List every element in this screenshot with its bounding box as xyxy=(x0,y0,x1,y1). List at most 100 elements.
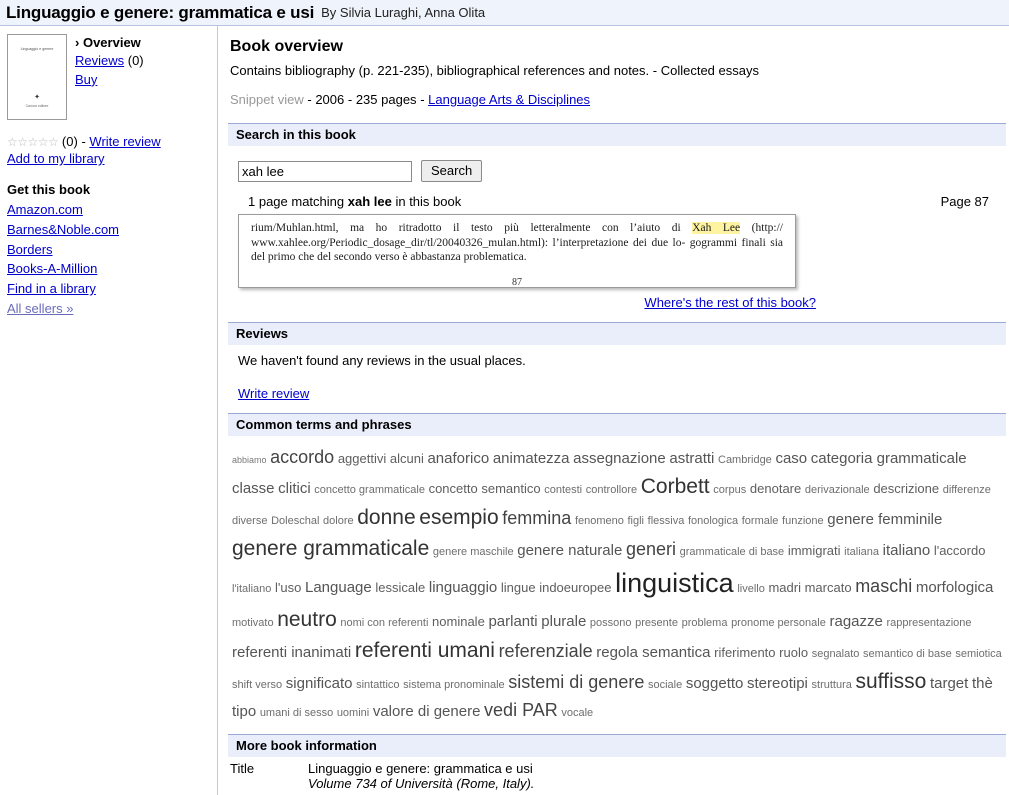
common-term[interactable]: problema xyxy=(682,617,728,629)
common-term[interactable]: italiano xyxy=(883,542,931,559)
common-term[interactable]: accordo xyxy=(270,447,334,467)
common-term[interactable]: ragazze xyxy=(829,613,882,630)
common-term[interactable]: umani di sesso xyxy=(260,707,333,719)
common-term[interactable]: plurale xyxy=(541,613,586,630)
common-term[interactable]: sociale xyxy=(648,679,682,691)
common-term[interactable]: stereotipi xyxy=(747,675,808,692)
common-term[interactable]: neutro xyxy=(277,608,337,631)
common-term[interactable]: referenti umani xyxy=(355,639,495,662)
book-cover-thumbnail[interactable]: Linguaggio e genere ✦ Carocci editore xyxy=(7,34,67,120)
common-term[interactable]: genere femminile xyxy=(827,511,942,528)
seller-link-all-sellers[interactable]: All sellers » xyxy=(7,299,213,319)
seller-link-barnesandnoble[interactable]: Barnes&Noble.com xyxy=(7,220,213,240)
common-term[interactable]: ruolo xyxy=(779,645,808,660)
common-term[interactable]: dolore xyxy=(323,515,354,527)
common-term[interactable]: genere grammaticale xyxy=(232,537,429,560)
common-term[interactable]: corpus xyxy=(713,484,746,496)
common-term[interactable]: contesti xyxy=(544,484,582,496)
common-term[interactable]: possono xyxy=(590,617,632,629)
common-term[interactable]: linguaggio xyxy=(429,579,497,596)
common-term[interactable]: fenomeno xyxy=(575,515,624,527)
search-input[interactable] xyxy=(238,161,412,182)
wheres-the-rest-link[interactable]: Where's the rest of this book? xyxy=(644,295,816,310)
common-term[interactable]: referenziale xyxy=(499,641,593,661)
common-term[interactable]: regola semantica xyxy=(596,644,710,661)
common-term[interactable]: caso xyxy=(775,450,807,467)
star-rating-icon[interactable]: ☆☆☆☆☆ xyxy=(7,135,58,149)
common-term[interactable]: fonologica xyxy=(688,515,738,527)
common-term[interactable]: donne xyxy=(357,506,415,529)
common-term[interactable]: Corbett xyxy=(641,475,710,498)
seller-link-borders[interactable]: Borders xyxy=(7,240,213,260)
common-term[interactable]: esempio xyxy=(419,506,498,529)
common-term[interactable]: differenze xyxy=(943,484,991,496)
common-term[interactable]: shift verso xyxy=(232,679,282,691)
add-to-my-library-link[interactable]: Add to my library xyxy=(7,151,105,166)
common-term[interactable]: significato xyxy=(286,675,353,692)
common-term[interactable]: classe xyxy=(232,480,275,497)
common-term[interactable]: soggetto xyxy=(686,675,744,692)
common-term[interactable]: italiana xyxy=(844,546,879,558)
common-term[interactable]: l'accordo xyxy=(934,543,986,558)
common-term[interactable]: genere naturale xyxy=(517,542,622,559)
sidebar-item-overview[interactable]: › Overview xyxy=(75,34,144,52)
common-term[interactable]: pronome personale xyxy=(731,617,826,629)
common-term[interactable]: l'uso xyxy=(275,580,301,595)
common-term[interactable]: suffisso xyxy=(856,670,927,693)
common-term[interactable]: abbiamo xyxy=(232,455,267,465)
common-term[interactable]: sistemi di genere xyxy=(508,672,644,692)
common-term[interactable]: grammaticale di base xyxy=(680,546,785,558)
common-term[interactable]: lingue indoeuropee xyxy=(501,580,612,595)
common-term[interactable]: anaforico xyxy=(427,450,489,467)
common-term[interactable]: Language xyxy=(305,579,372,596)
common-term[interactable]: tipo xyxy=(232,703,256,720)
common-term[interactable]: figli xyxy=(628,515,645,527)
common-term[interactable]: rappresentazione xyxy=(886,617,971,629)
common-term[interactable]: uomini xyxy=(337,707,369,719)
common-term[interactable]: semiotica xyxy=(955,648,1001,660)
common-term[interactable]: alcuni xyxy=(390,451,424,466)
common-term[interactable]: flessiva xyxy=(648,515,685,527)
common-term[interactable]: immigrati xyxy=(788,543,841,558)
sidebar-item-buy[interactable]: Buy xyxy=(75,71,144,89)
search-button[interactable]: Search xyxy=(421,160,482,182)
common-term[interactable]: formale xyxy=(742,515,779,527)
category-link[interactable]: Language Arts & Disciplines xyxy=(428,92,590,107)
common-term[interactable]: linguistica xyxy=(615,568,734,598)
common-term[interactable]: segnalato xyxy=(812,648,860,660)
common-term[interactable]: semantico di base xyxy=(863,648,952,660)
common-term[interactable]: struttura xyxy=(812,679,852,691)
common-term[interactable]: funzione xyxy=(782,515,824,527)
common-term[interactable]: vocale xyxy=(561,707,593,719)
common-term[interactable]: presente xyxy=(635,617,678,629)
common-term[interactable]: vedi PAR xyxy=(484,700,558,720)
write-review-link[interactable]: Write review xyxy=(238,386,309,401)
sidebar-item-reviews[interactable]: Reviews (0) xyxy=(75,52,144,70)
common-term[interactable]: categoria grammaticale xyxy=(811,450,967,467)
common-term[interactable]: Cambridge xyxy=(718,454,772,466)
common-term[interactable]: referenti inanimati xyxy=(232,644,351,661)
common-term[interactable]: lessicale xyxy=(375,580,425,595)
common-term[interactable]: Doleschal xyxy=(271,515,319,527)
common-term[interactable]: derivazionale xyxy=(805,484,870,496)
common-term[interactable]: l'italiano xyxy=(232,583,271,595)
common-term[interactable]: aggettivi xyxy=(338,451,386,466)
common-term[interactable]: clitici xyxy=(278,480,311,497)
sidebar-item-reviews-link[interactable]: Reviews xyxy=(75,53,124,68)
common-term[interactable]: diverse xyxy=(232,515,267,527)
common-term[interactable]: marcato xyxy=(805,580,852,595)
common-term[interactable]: sistema pronominale xyxy=(403,679,505,691)
common-term[interactable]: sintattico xyxy=(356,679,399,691)
common-term[interactable]: animatezza xyxy=(493,450,570,467)
common-term[interactable]: thè xyxy=(972,675,993,692)
common-term[interactable]: femmina xyxy=(502,508,571,528)
common-term[interactable]: riferimento xyxy=(714,645,775,660)
write-review-link-sidebar[interactable]: Write review xyxy=(89,134,160,149)
common-term[interactable]: parlanti xyxy=(488,613,537,630)
common-term[interactable]: denotare xyxy=(750,481,801,496)
common-term[interactable]: generi xyxy=(626,539,676,559)
common-term[interactable]: livello xyxy=(737,583,765,595)
common-term[interactable]: descrizione xyxy=(873,481,939,496)
common-term[interactable]: astratti xyxy=(669,450,714,467)
common-term[interactable]: motivato xyxy=(232,617,274,629)
